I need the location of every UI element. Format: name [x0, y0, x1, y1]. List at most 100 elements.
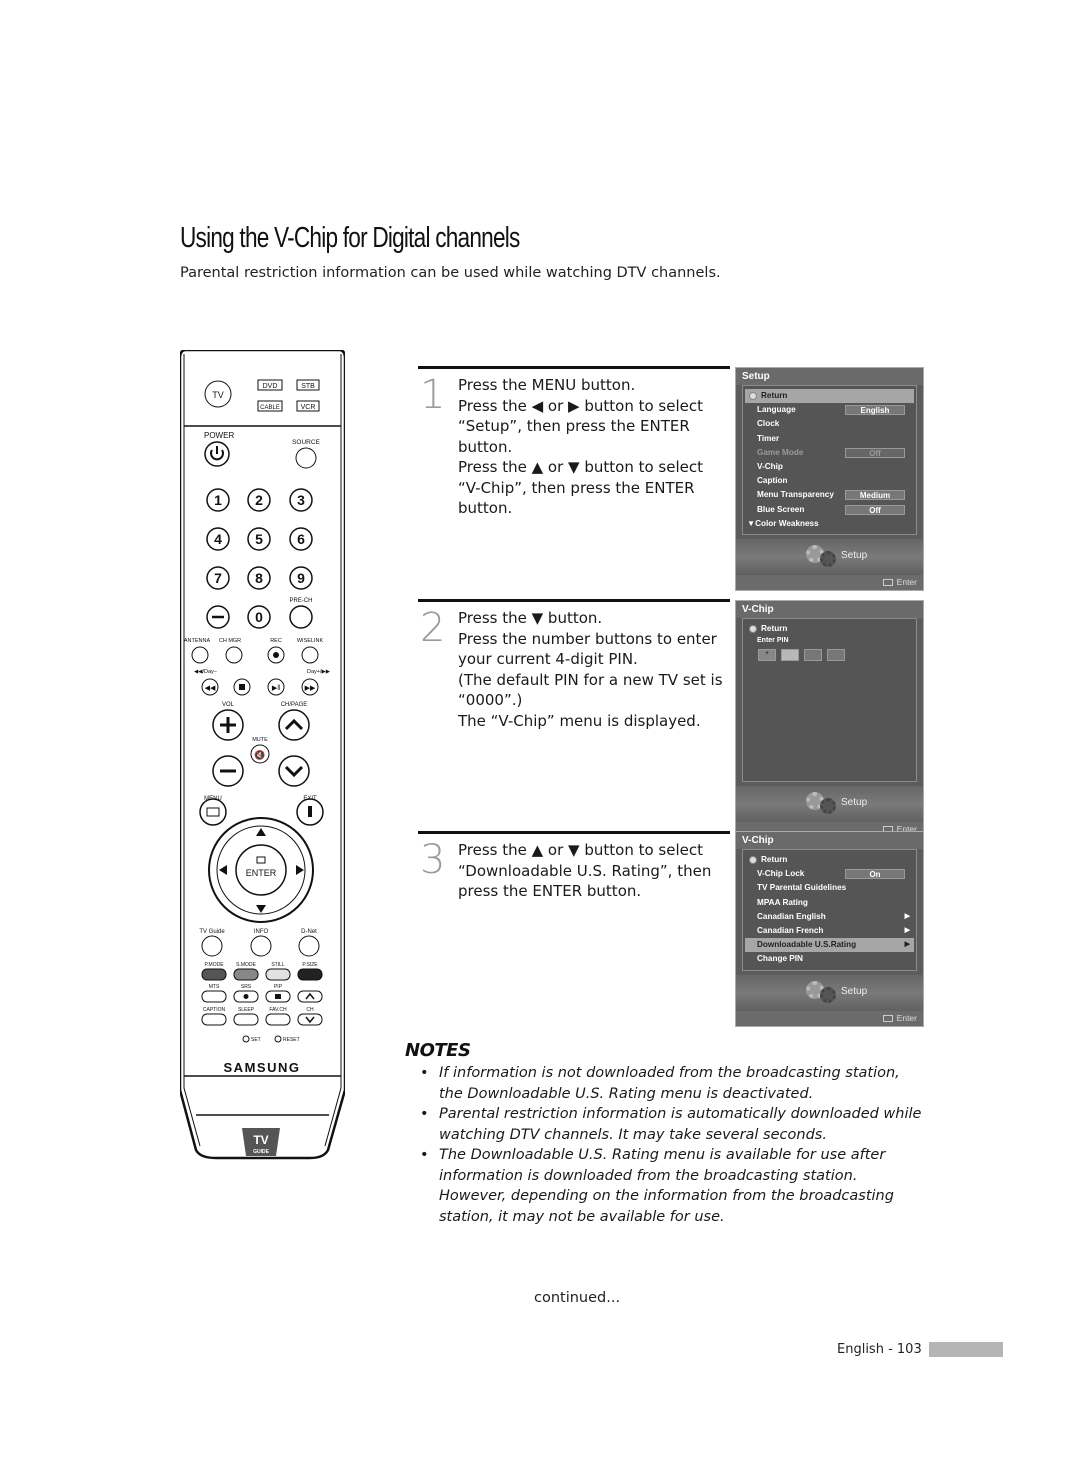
- antenna-button[interactable]: [191, 646, 209, 664]
- step-number: 1: [420, 372, 446, 418]
- channel-down-button[interactable]: [278, 755, 310, 787]
- menu-list: Return Language English Clock Timer Game …: [742, 385, 917, 535]
- s-mode-button[interactable]: [233, 968, 259, 981]
- d-net-label: D-Net: [301, 929, 317, 935]
- item-value: Medium: [845, 490, 905, 501]
- set-button[interactable]: [242, 1035, 250, 1043]
- skip-back-icon: ◀◀: [205, 685, 216, 692]
- menu-item-language[interactable]: Language English: [745, 403, 914, 417]
- ch-mgr-label: CH MGR: [219, 638, 241, 644]
- pin-digit-3[interactable]: [804, 649, 822, 662]
- note-line: However, depending on the information fr…: [439, 1188, 894, 1204]
- tv-guide-button[interactable]: [201, 935, 223, 957]
- ch-mgr-button[interactable]: [225, 646, 243, 664]
- mute-icon: 🔇: [254, 749, 265, 760]
- return-icon: [749, 625, 757, 633]
- caption-label: CAPTION: [203, 1007, 226, 1013]
- item-label: Caption: [757, 476, 788, 486]
- menu-item-caption[interactable]: Caption: [745, 474, 914, 488]
- step-number: 2: [420, 605, 446, 651]
- footer-label: Setup: [841, 797, 868, 808]
- item-label: Timer: [757, 433, 780, 443]
- fav-ch-button[interactable]: [265, 1013, 291, 1026]
- d-net-button[interactable]: [298, 935, 320, 957]
- instruction-line: button.: [458, 437, 513, 456]
- ch-down-small-button[interactable]: [297, 1013, 323, 1026]
- screen-footer: Setup: [736, 974, 923, 1011]
- p-mode-button[interactable]: [201, 968, 227, 981]
- rewind-label: ◀◀/Day–: [194, 669, 218, 675]
- channel-up-button[interactable]: [278, 709, 310, 741]
- menu-item-downloadable-us-rating[interactable]: Downloadable U.S.Rating ▶: [745, 938, 914, 953]
- notes-list: If information is not downloaded from th…: [420, 1063, 930, 1227]
- wiselink-button[interactable]: [301, 646, 319, 664]
- step-instructions: Press the MENU button. Press the ◀ or ▶ …: [458, 375, 730, 519]
- menu-item-v-chip-lock[interactable]: V-Chip Lock On: [745, 867, 914, 881]
- instruction-line: Press the ▲ or ▼ button to select: [458, 841, 703, 859]
- instruction-line: Press the MENU button.: [458, 376, 636, 394]
- enter-icon: [882, 578, 893, 586]
- return-item[interactable]: Return: [745, 622, 914, 636]
- caption-button[interactable]: [201, 1013, 227, 1026]
- skip-forward-icon: ▶▶: [305, 685, 316, 692]
- tv-mode-label: TV: [212, 390, 224, 400]
- note-line: watching DTV channels. It may take sever…: [439, 1126, 827, 1143]
- digit-0-label: 0: [255, 609, 263, 625]
- info-button[interactable]: [250, 935, 272, 957]
- mute-label: MUTE: [252, 737, 268, 743]
- pin-digit-1[interactable]: *: [758, 649, 776, 662]
- return-item[interactable]: Return: [745, 389, 914, 404]
- menu-item-blue-screen[interactable]: Blue Screen Off: [745, 503, 914, 517]
- tv-guide-logo-subtext: GUIDE: [253, 1149, 270, 1155]
- reset-label: RESET: [283, 1037, 300, 1043]
- menu-item-clock[interactable]: Clock: [745, 417, 914, 431]
- remote-control-illustration: TV DVD STB CABLE VCR POWER SOURCE 1 2 3 …: [178, 348, 347, 1196]
- pre-ch-button[interactable]: [289, 605, 313, 629]
- vol-label: VOL: [222, 702, 235, 708]
- s-mode-label: S.MODE: [236, 962, 256, 968]
- item-label: ▼Color Weakness: [747, 518, 819, 528]
- note-line: The Downloadable U.S. Rating menu is ava…: [439, 1147, 886, 1163]
- menu-item-canadian-french[interactable]: Canadian French ▶: [745, 924, 914, 938]
- pin-digit-2[interactable]: [781, 649, 799, 662]
- menu-item-tv-parental-guidelines[interactable]: TV Parental Guidelines: [745, 881, 914, 895]
- menu-item-canadian-english[interactable]: Canadian English ▶: [745, 910, 914, 924]
- p-size-label: P.SIZE: [302, 962, 318, 968]
- menu-item-change-pin[interactable]: Change PIN: [745, 952, 914, 966]
- menu-item-timer[interactable]: Timer: [745, 432, 914, 446]
- mts-button[interactable]: [201, 990, 227, 1003]
- pin-digit-4[interactable]: [827, 649, 845, 662]
- source-button[interactable]: [295, 447, 317, 469]
- page-title: Using the V-Chip for Digital channels: [180, 222, 520, 254]
- sleep-button[interactable]: [233, 1013, 259, 1026]
- pin-input[interactable]: *: [745, 649, 914, 662]
- ch-up-small-button[interactable]: [297, 990, 323, 1003]
- digit-2-label: 2: [255, 492, 263, 508]
- mts-label: MTS: [209, 984, 220, 990]
- remote-svg: TV DVD STB CABLE VCR POWER SOURCE 1 2 3 …: [178, 348, 347, 1160]
- item-value: English: [845, 405, 905, 416]
- rec-label: REC: [270, 638, 282, 644]
- menu-item-mpaa-rating[interactable]: MPAA Rating: [745, 896, 914, 910]
- setup-menu-screen: Setup Return Language English Clock Timer…: [735, 367, 924, 591]
- menu-item-color-weakness[interactable]: ▼Color Weakness: [745, 517, 914, 531]
- digit-8-label: 8: [255, 570, 263, 586]
- menu-item-menu-transparency[interactable]: Menu Transparency Medium: [745, 488, 914, 502]
- item-label: TV Parental Guidelines: [757, 883, 847, 893]
- gear-icon: [820, 550, 836, 567]
- reset-button[interactable]: [274, 1035, 282, 1043]
- p-size-button[interactable]: [297, 968, 323, 981]
- still-button[interactable]: [265, 968, 291, 981]
- page-subtitle: Parental restriction information can be …: [180, 265, 721, 281]
- instruction-line: “Downloadable U.S. Rating”, then: [458, 861, 712, 880]
- srs-label: SRS: [241, 984, 252, 990]
- item-value: On: [845, 869, 905, 880]
- return-label: Return: [761, 624, 788, 633]
- menu-item-v-chip[interactable]: V-Chip: [745, 460, 914, 474]
- return-item[interactable]: Return: [745, 853, 914, 867]
- item-label: Menu Transparency: [757, 490, 834, 500]
- instruction-line: button.: [458, 499, 513, 517]
- instruction-line: your current 4-digit PIN.: [458, 650, 638, 668]
- menu-button[interactable]: [199, 798, 227, 826]
- digit-6-label: 6: [297, 531, 305, 547]
